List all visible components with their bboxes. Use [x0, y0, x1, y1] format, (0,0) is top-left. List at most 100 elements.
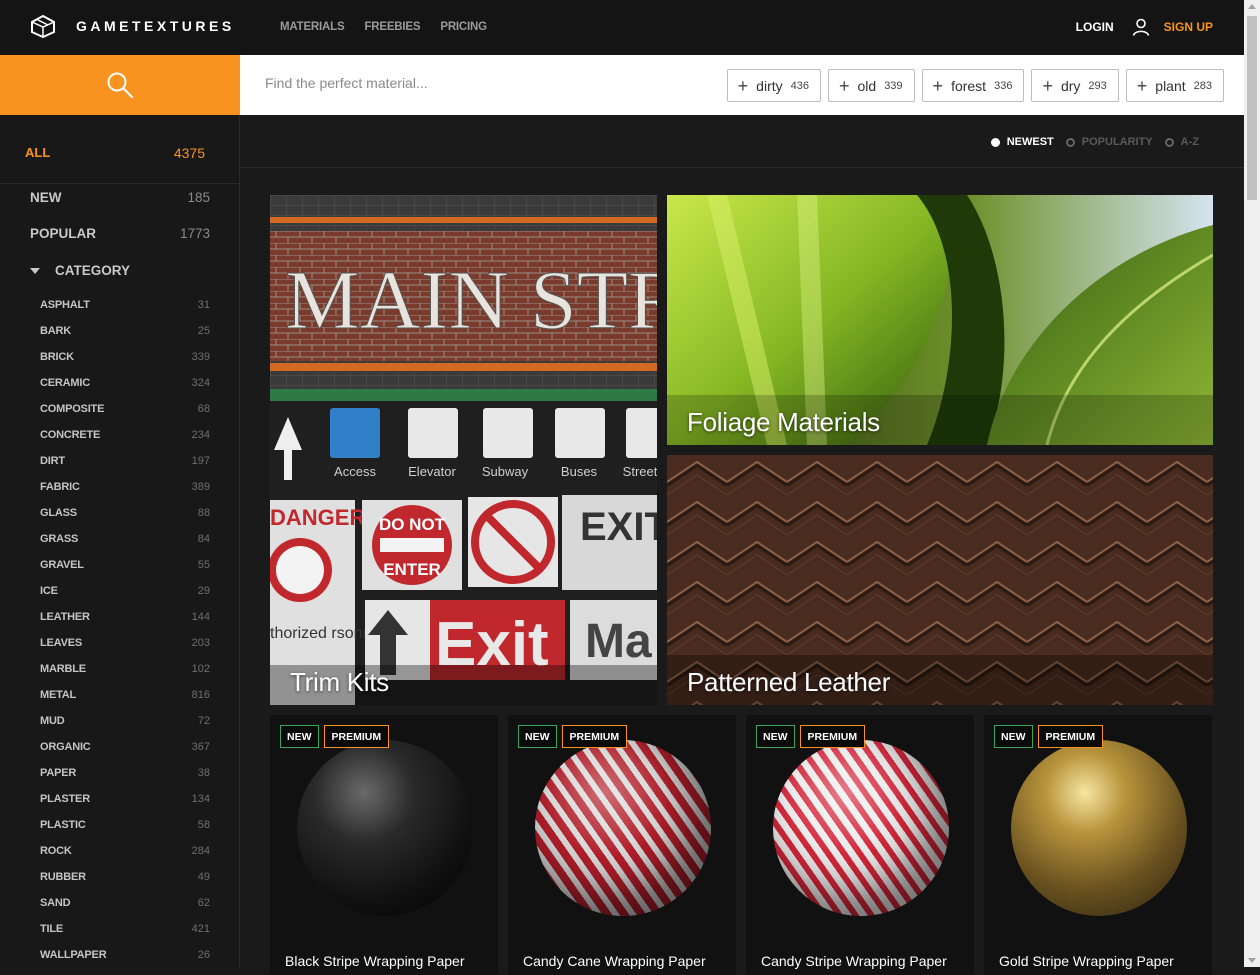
category-item-dirt[interactable]: DIRT 197 — [40, 455, 210, 471]
category-item-composite[interactable]: COMPOSITE 68 — [40, 403, 210, 419]
category-label: CERAMIC — [40, 377, 90, 389]
radio-az[interactable] — [1164, 137, 1174, 147]
category-item-brick[interactable]: BRICK 339 — [40, 351, 210, 367]
category-label: PAPER — [40, 767, 77, 779]
category-item-gravel[interactable]: GRAVEL 55 — [40, 559, 210, 575]
sort-az[interactable]: A-Z — [1181, 136, 1199, 148]
category-count: 26 — [197, 949, 210, 961]
category-toggle[interactable]: CATEGORY — [30, 263, 130, 278]
category-item-paper[interactable]: PAPER 38 — [40, 767, 210, 783]
category-item-organic[interactable]: ORGANIC 367 — [40, 741, 210, 757]
category-count: 72 — [197, 715, 210, 727]
category-item-tile[interactable]: TILE 421 — [40, 923, 210, 939]
tag-plant[interactable]: + plant 283 — [1125, 69, 1224, 102]
category-count: 25 — [197, 325, 210, 337]
scroll-up-icon[interactable] — [1248, 4, 1256, 9]
sort-newest[interactable]: NEWEST — [1007, 136, 1054, 148]
collection-title-foliage: Foliage Materials — [687, 407, 880, 437]
category-item-sand[interactable]: SAND 62 — [40, 897, 210, 913]
product-card[interactable]: NEW PREMIUM Black Stripe Wrapping Paper — [270, 715, 498, 975]
category-item-leaves[interactable]: LEAVES 203 — [40, 637, 210, 653]
collection-title-trim-kits: Trim Kits — [290, 667, 389, 697]
sign-subway: Subway — [482, 464, 529, 479]
category-item-asphalt[interactable]: ASPHALT 31 — [40, 299, 210, 315]
tag-dry[interactable]: + dry 293 — [1031, 69, 1119, 102]
radio-newest[interactable] — [990, 137, 1000, 147]
radio-popularity[interactable] — [1065, 137, 1075, 147]
sign-access: Access — [334, 464, 376, 479]
tag-forest[interactable]: + forest 336 — [921, 69, 1025, 102]
new-badge: NEW — [518, 725, 557, 748]
signup-link[interactable]: SIGN UP — [1164, 20, 1213, 34]
product-card[interactable]: NEW PREMIUM Gold Stripe Wrapping Paper — [984, 715, 1212, 975]
login-link[interactable]: LOGIN — [1076, 20, 1114, 34]
auth-links: LOGIN SIGN UP — [1076, 18, 1213, 36]
category-item-fabric[interactable]: FABRIC 389 — [40, 481, 210, 497]
category-item-concrete[interactable]: CONCRETE 234 — [40, 429, 210, 445]
category-label: BRICK — [40, 351, 74, 363]
filter-popular[interactable]: POPULAR 1773 — [30, 226, 210, 241]
collection-title-leather: Patterned Leather — [687, 667, 891, 697]
scroll-down-icon[interactable] — [1248, 958, 1256, 963]
category-item-plastic[interactable]: PLASTIC 58 — [40, 819, 210, 835]
category-count: 29 — [197, 585, 210, 597]
tag-dirty[interactable]: + dirty 436 — [726, 69, 821, 102]
product-card[interactable]: NEW PREMIUM Candy Cane Wrapping Paper — [508, 715, 736, 975]
category-item-marble[interactable]: MARBLE 102 — [40, 663, 210, 679]
category-label: PLASTER — [40, 793, 90, 805]
plus-icon: + — [1136, 75, 1148, 96]
tag-label: old — [857, 77, 877, 94]
tag-old[interactable]: + old 339 — [827, 69, 915, 102]
filter-new[interactable]: NEW 185 — [30, 190, 210, 205]
new-badge: NEW — [280, 725, 319, 748]
category-label: LEATHER — [40, 611, 90, 623]
brand-name: GAMETEXTURES — [76, 18, 235, 34]
category-count: 324 — [191, 377, 210, 389]
category-item-ice[interactable]: ICE 29 — [40, 585, 210, 601]
category-item-bark[interactable]: BARK 25 — [40, 325, 210, 341]
collection-foliage-materials[interactable]: Foliage Materials — [667, 195, 1213, 445]
sign-elevator: Elevator — [408, 464, 456, 479]
search-button[interactable] — [0, 55, 240, 115]
scrollbar-thumb[interactable] — [1247, 16, 1257, 200]
category-label: GRAVEL — [40, 559, 84, 571]
user-icon[interactable] — [1132, 18, 1150, 36]
badges: NEW PREMIUM — [994, 725, 1104, 748]
category-item-plaster[interactable]: PLASTER 134 — [40, 793, 210, 809]
category-item-grass[interactable]: GRASS 84 — [40, 533, 210, 549]
nav-freebies[interactable]: FREEBIES — [364, 21, 420, 33]
category-item-ceramic[interactable]: CERAMIC 324 — [40, 377, 210, 393]
plus-icon: + — [932, 75, 944, 96]
nav-materials[interactable]: MATERIALS — [280, 21, 345, 33]
search-icon — [107, 72, 134, 99]
category-item-metal[interactable]: METAL 816 — [40, 689, 210, 705]
category-count: 31 — [197, 299, 210, 311]
category-count: 49 — [197, 871, 210, 883]
category-label: ROCK — [40, 845, 72, 857]
nav-pricing[interactable]: PRICING — [440, 21, 487, 33]
premium-badge: PREMIUM — [799, 725, 866, 748]
search-input[interactable] — [265, 75, 665, 91]
filter-all[interactable]: ALL 4375 — [0, 115, 239, 184]
collection-trim-kits[interactable]: MAIN STR Access Elevator Subway Buses St… — [270, 195, 657, 705]
product-card[interactable]: NEW PREMIUM Candy Stripe Wrapping Paper — [746, 715, 974, 975]
page-scrollbar[interactable] — [1244, 0, 1260, 967]
filter-popular-count: 1773 — [179, 226, 210, 241]
category-count: 62 — [197, 897, 210, 909]
category-item-leather[interactable]: LEATHER 144 — [40, 611, 210, 627]
category-item-rock[interactable]: ROCK 284 — [40, 845, 210, 861]
tag-count: 293 — [1088, 79, 1107, 92]
brand-logo[interactable]: GAMETEXTURES — [30, 14, 235, 38]
category-label: ORGANIC — [40, 741, 91, 753]
badges: NEW PREMIUM — [280, 725, 390, 748]
category-item-wallpaper[interactable]: WALLPAPER 26 — [40, 949, 210, 965]
category-item-mud[interactable]: MUD 72 — [40, 715, 210, 731]
category-item-rubber[interactable]: RUBBER 49 — [40, 871, 210, 887]
sort-popularity[interactable]: POPULARITY — [1082, 136, 1153, 148]
main-content: NEWEST POPULARITY A-Z MAIN STR Access El… — [240, 115, 1244, 975]
category-item-glass[interactable]: GLASS 88 — [40, 507, 210, 523]
collection-patterned-leather[interactable]: Patterned Leather — [667, 455, 1213, 705]
category-label: MARBLE — [40, 663, 86, 675]
category-count: 389 — [191, 481, 210, 493]
category-label: DIRT — [40, 455, 65, 467]
